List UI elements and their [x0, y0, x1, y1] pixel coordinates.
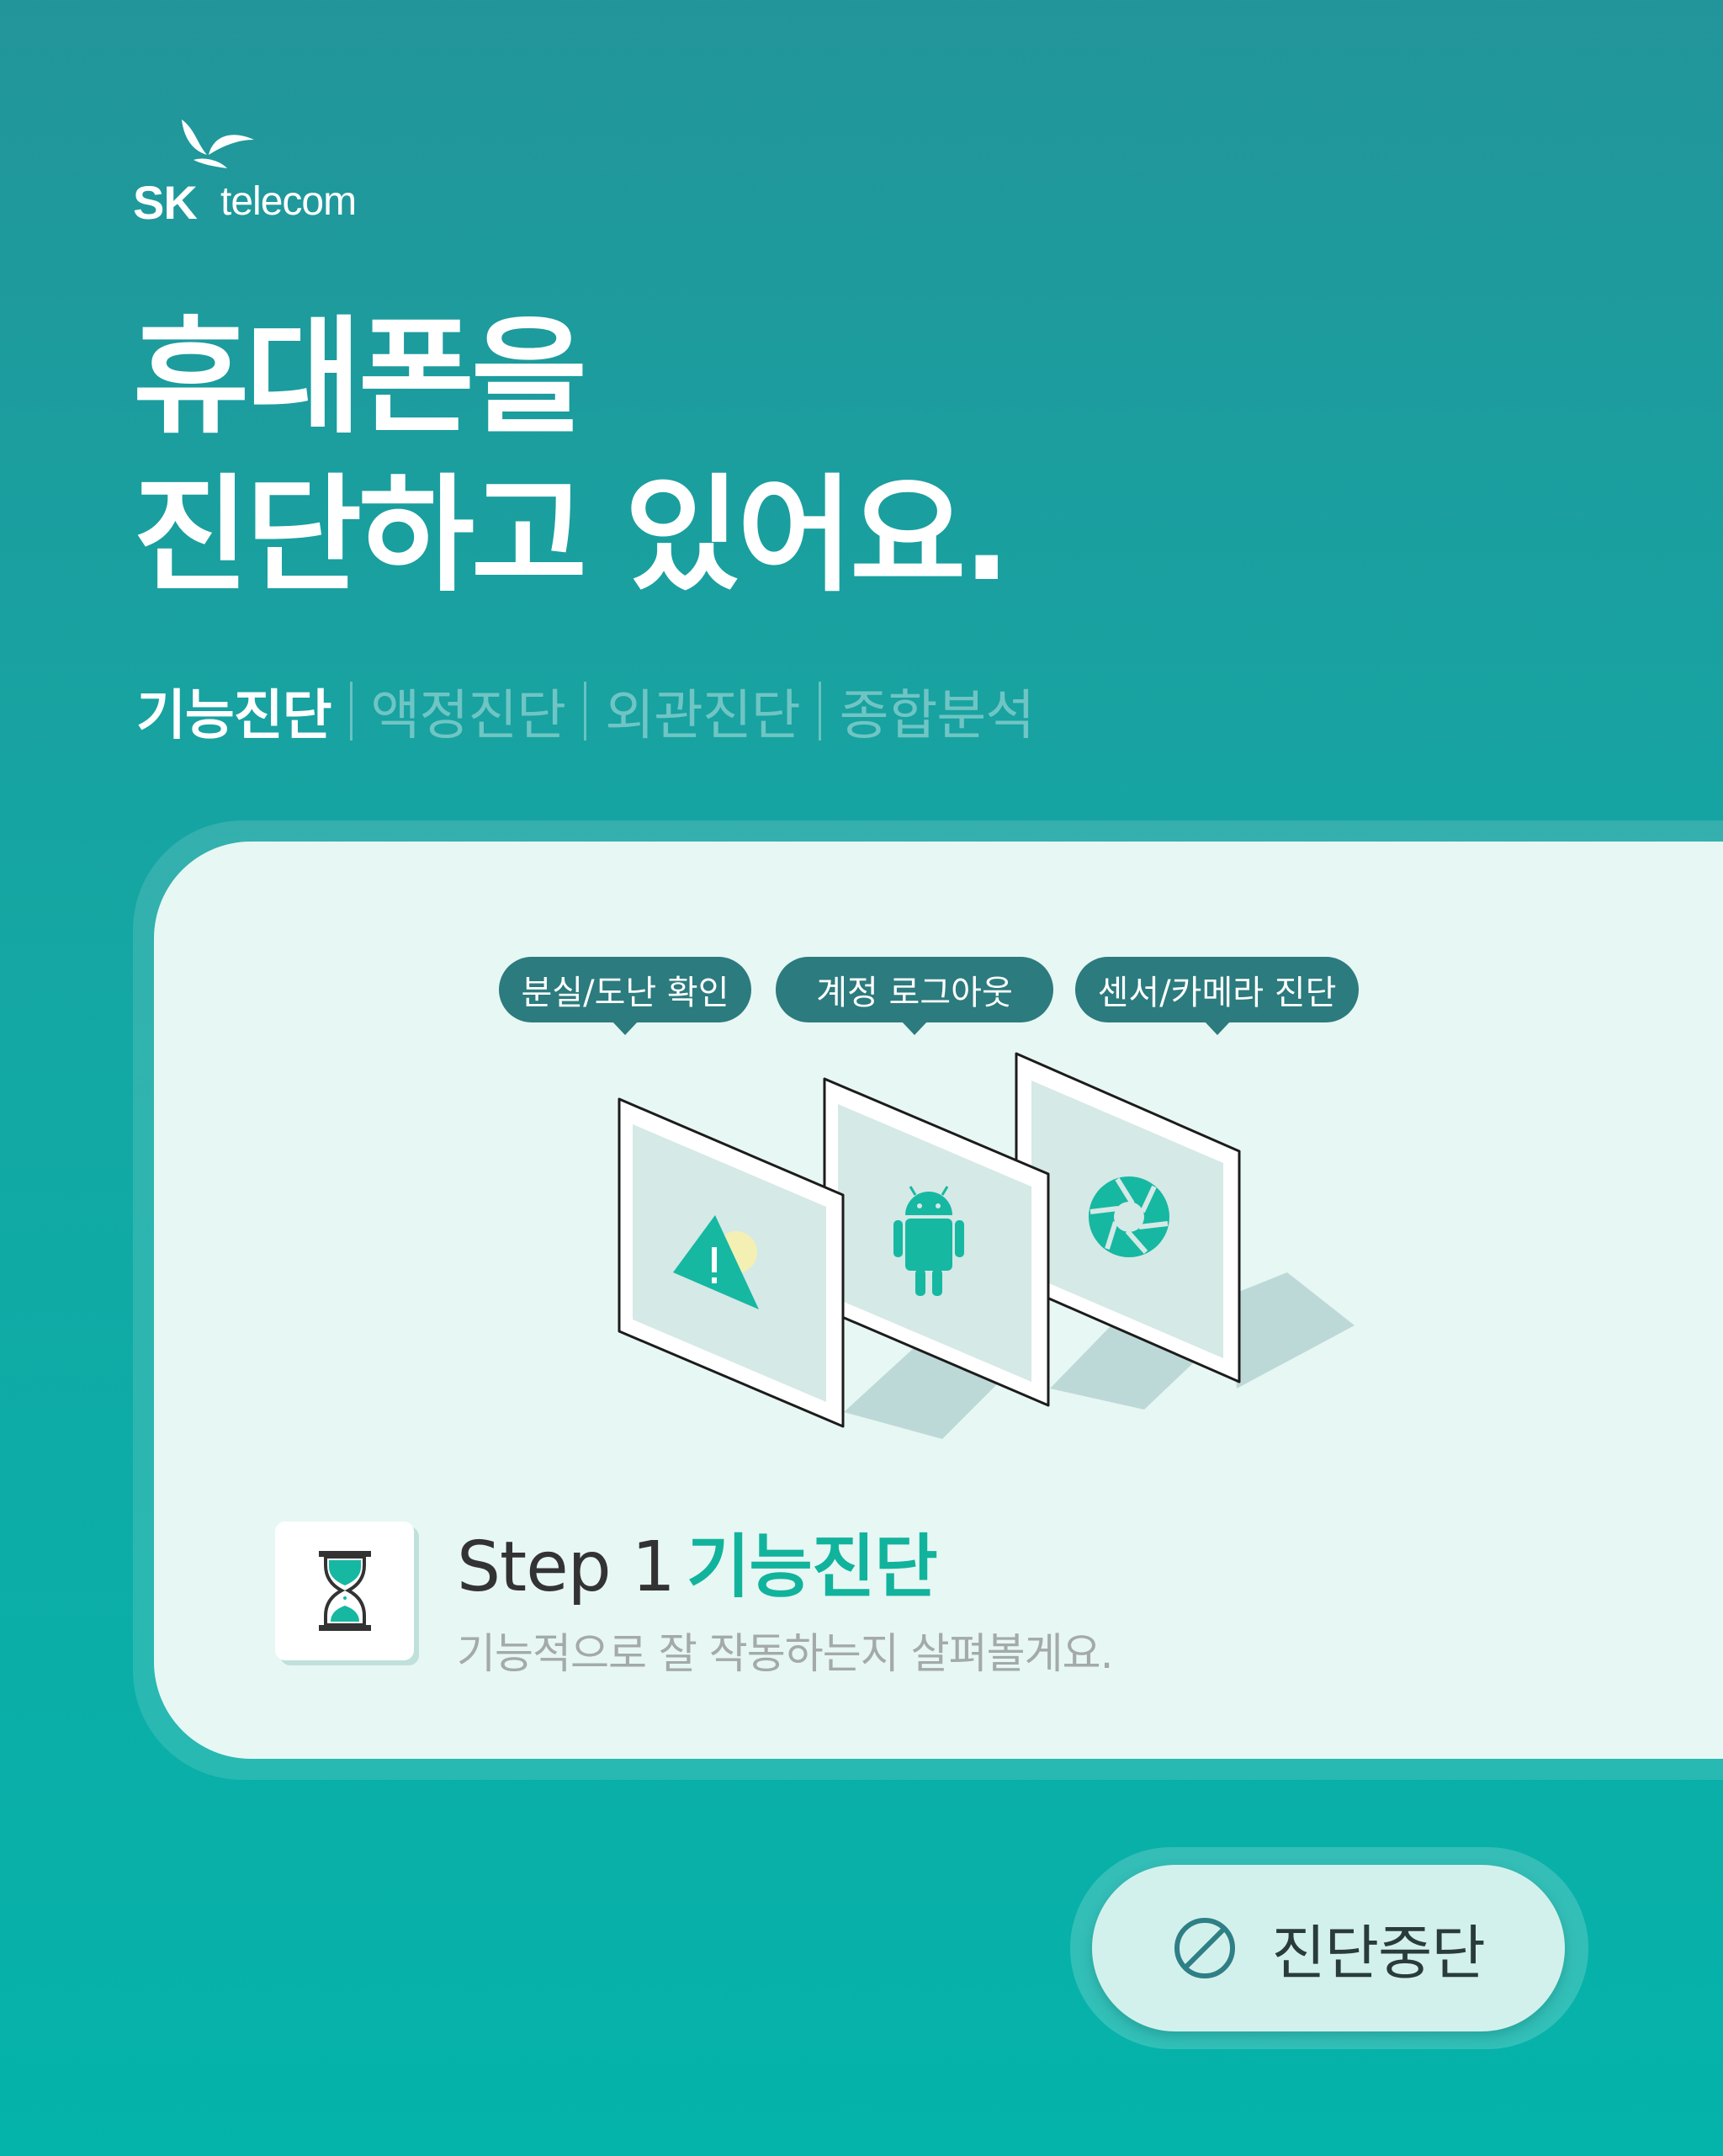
bubble-account-logout: 계정 로그아웃: [776, 957, 1053, 1035]
panel-warning: [618, 1097, 845, 1428]
camera-aperture-icon: [1089, 1176, 1169, 1257]
title-line-2: 진단하고 있어요.: [133, 463, 1010, 609]
tab-analysis: 종합분석: [839, 685, 1036, 747]
bubble-loss-theft: 분실/도난 확인: [499, 957, 751, 1035]
logo-sk-text: SK: [133, 176, 198, 229]
tab-function: 기능진단: [136, 685, 332, 747]
sk-telecom-logo: SK telecom: [133, 118, 385, 229]
page-title: 휴대폰을 진단하고 있어요.: [133, 299, 1010, 615]
hourglass-icon: [319, 1551, 371, 1631]
step-description: 기능적으로 잘 작동하는지 살펴볼게요.: [457, 1629, 1114, 1678]
diagnosis-steps: 기능진단 액정진단 외관진단 종합분석: [136, 673, 1036, 749]
tab-exterior: 외관진단: [605, 685, 801, 747]
bubble-sensor-camera: 센서/카메라 진단: [1075, 957, 1359, 1035]
step-number: Step 1: [457, 1527, 676, 1607]
tab-screen: 액정진단: [370, 685, 567, 747]
panel-camera: [1015, 1052, 1241, 1383]
stop-button-label: 진단중단: [1271, 1918, 1486, 1988]
butterfly-logo-icon: [182, 119, 254, 168]
logo-telecom-text: telecom: [220, 179, 357, 224]
tab-divider: [349, 682, 353, 741]
diagnosis-illustration: [618, 1052, 1355, 1439]
tab-divider: [584, 682, 587, 741]
step-name: 기능진단: [686, 1527, 938, 1607]
tab-divider: [818, 682, 821, 741]
title-line-1: 휴대폰을: [133, 305, 587, 451]
stop-diagnosis-button[interactable]: 진단중단: [1092, 1865, 1565, 2031]
prohibited-icon: [1174, 1918, 1236, 1978]
step-title: Step 1 기능진단: [457, 1511, 938, 1611]
panel-android: [823, 1077, 1050, 1407]
step-icon-box: [275, 1521, 414, 1660]
